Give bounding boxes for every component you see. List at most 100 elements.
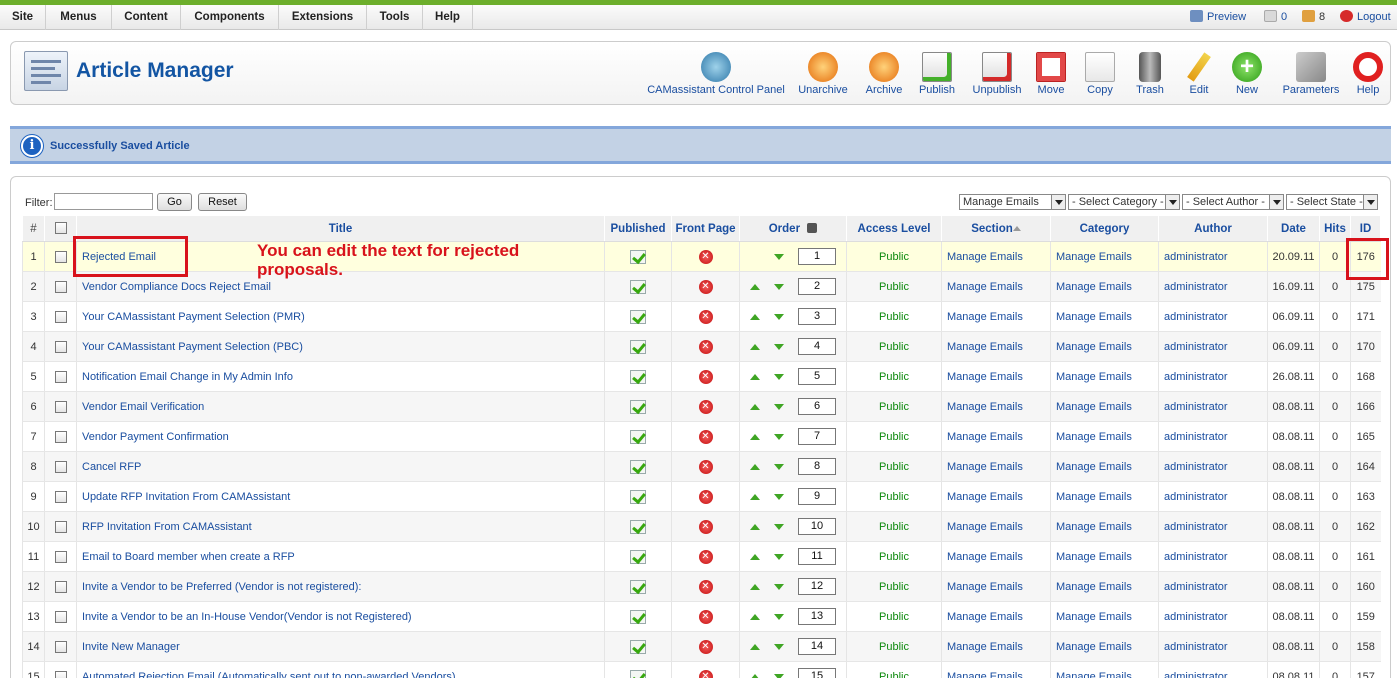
access-level[interactable]: Public — [846, 421, 942, 452]
move-down-icon[interactable] — [774, 583, 784, 590]
article-title-link[interactable]: Vendor Email Verification — [82, 401, 204, 413]
access-level[interactable]: Public — [846, 301, 942, 332]
order-input[interactable]: 9 — [798, 488, 836, 505]
category-link[interactable]: Manage Emails — [1050, 511, 1159, 542]
section-link[interactable]: Manage Emails — [941, 571, 1051, 602]
order-input[interactable]: 15 — [798, 668, 836, 678]
category-link[interactable]: Manage Emails — [1050, 601, 1159, 632]
access-level[interactable]: Public — [846, 601, 942, 632]
move-up-icon[interactable] — [750, 673, 760, 678]
row-checkbox[interactable] — [54, 520, 67, 533]
move-up-icon[interactable] — [750, 493, 760, 500]
section-link[interactable]: Manage Emails — [941, 391, 1051, 422]
row-checkbox[interactable] — [54, 370, 67, 383]
access-level[interactable]: Public — [846, 391, 942, 422]
published-check-icon[interactable] — [630, 399, 646, 414]
front-page-no-icon[interactable]: ✕ — [698, 399, 713, 414]
published-check-icon[interactable] — [630, 609, 646, 624]
menu-content[interactable]: Content — [112, 5, 181, 30]
menu-components[interactable]: Components — [181, 5, 279, 30]
move-down-icon[interactable] — [774, 433, 784, 440]
published-check-icon[interactable] — [630, 459, 646, 474]
order-input[interactable]: 10 — [798, 518, 836, 535]
order-input[interactable]: 5 — [798, 368, 836, 385]
author-link[interactable]: administrator — [1158, 361, 1268, 392]
access-level[interactable]: Public — [846, 661, 942, 678]
front-page-no-icon[interactable]: ✕ — [698, 669, 713, 678]
access-level[interactable]: Public — [846, 481, 942, 512]
published-check-icon[interactable] — [630, 639, 646, 654]
category-link[interactable]: Manage Emails — [1050, 631, 1159, 662]
section-link[interactable]: Manage Emails — [941, 541, 1051, 572]
row-checkbox[interactable] — [54, 310, 67, 323]
move-button[interactable]: Move — [1033, 48, 1069, 100]
col-front-page[interactable]: Front Page — [671, 215, 740, 242]
published-check-icon[interactable] — [630, 249, 646, 264]
article-title-link[interactable]: Invite a Vendor to be an In-House Vendor… — [82, 611, 412, 623]
move-down-icon[interactable] — [774, 673, 784, 678]
move-up-icon[interactable] — [750, 283, 760, 290]
archive-button[interactable]: Archive — [859, 48, 909, 100]
move-down-icon[interactable] — [774, 493, 784, 500]
section-link[interactable]: Manage Emails — [941, 361, 1051, 392]
row-checkbox[interactable] — [54, 460, 67, 473]
copy-button[interactable]: Copy — [1083, 48, 1117, 100]
front-page-no-icon[interactable]: ✕ — [698, 519, 713, 534]
author-link[interactable]: administrator — [1158, 241, 1268, 272]
article-title-link[interactable]: Update RFP Invitation From CAMAssistant — [82, 491, 290, 503]
front-page-no-icon[interactable]: ✕ — [698, 639, 713, 654]
move-down-icon[interactable] — [774, 463, 784, 470]
move-down-icon[interactable] — [774, 253, 784, 260]
author-link[interactable]: administrator — [1158, 481, 1268, 512]
front-page-no-icon[interactable]: ✕ — [698, 339, 713, 354]
col-published[interactable]: Published — [604, 215, 672, 242]
reset-button[interactable]: Reset — [198, 193, 247, 211]
section-select[interactable]: Manage Emails — [959, 194, 1066, 210]
control-panel-button[interactable]: CAMassistant Control Panel — [647, 48, 785, 100]
article-title-link[interactable]: Notification Email Change in My Admin In… — [82, 371, 293, 383]
col-date[interactable]: Date — [1267, 215, 1320, 242]
front-page-no-icon[interactable]: ✕ — [698, 579, 713, 594]
author-link[interactable]: administrator — [1158, 301, 1268, 332]
section-link[interactable]: Manage Emails — [941, 271, 1051, 302]
category-link[interactable]: Manage Emails — [1050, 241, 1159, 272]
move-down-icon[interactable] — [774, 643, 784, 650]
article-title-link[interactable]: Invite a Vendor to be Preferred (Vendor … — [82, 581, 361, 593]
select-all-checkbox[interactable] — [54, 222, 67, 235]
move-down-icon[interactable] — [774, 553, 784, 560]
move-up-icon[interactable] — [750, 553, 760, 560]
author-link[interactable]: administrator — [1158, 271, 1268, 302]
article-title-link[interactable]: Cancel RFP — [82, 461, 141, 473]
order-input[interactable]: 3 — [798, 308, 836, 325]
author-link[interactable]: administrator — [1158, 391, 1268, 422]
unpublish-button[interactable]: Unpublish — [967, 48, 1027, 100]
access-level[interactable]: Public — [846, 451, 942, 482]
access-level[interactable]: Public — [846, 511, 942, 542]
author-link[interactable]: administrator — [1158, 541, 1268, 572]
section-link[interactable]: Manage Emails — [941, 661, 1051, 678]
menu-help[interactable]: Help — [423, 5, 473, 30]
article-title-link[interactable]: Your CAMassistant Payment Selection (PBC… — [82, 341, 303, 353]
order-input[interactable]: 8 — [798, 458, 836, 475]
row-checkbox[interactable] — [54, 550, 67, 563]
category-link[interactable]: Manage Emails — [1050, 331, 1159, 362]
order-input[interactable]: 11 — [798, 548, 836, 565]
move-up-icon[interactable] — [750, 463, 760, 470]
category-link[interactable]: Manage Emails — [1050, 541, 1159, 572]
col-category[interactable]: Category — [1050, 215, 1159, 242]
front-page-no-icon[interactable]: ✕ — [698, 309, 713, 324]
published-check-icon[interactable] — [630, 579, 646, 594]
col-author[interactable]: Author — [1158, 215, 1268, 242]
published-check-icon[interactable] — [630, 339, 646, 354]
row-checkbox[interactable] — [54, 490, 67, 503]
move-up-icon[interactable] — [750, 613, 760, 620]
col-access[interactable]: Access Level — [846, 215, 942, 242]
order-input[interactable]: 4 — [798, 338, 836, 355]
order-input[interactable]: 6 — [798, 398, 836, 415]
publish-button[interactable]: Publish — [913, 48, 961, 100]
go-button[interactable]: Go — [157, 193, 192, 211]
move-up-icon[interactable] — [750, 523, 760, 530]
published-check-icon[interactable] — [630, 309, 646, 324]
row-checkbox[interactable] — [54, 670, 67, 678]
author-link[interactable]: administrator — [1158, 331, 1268, 362]
